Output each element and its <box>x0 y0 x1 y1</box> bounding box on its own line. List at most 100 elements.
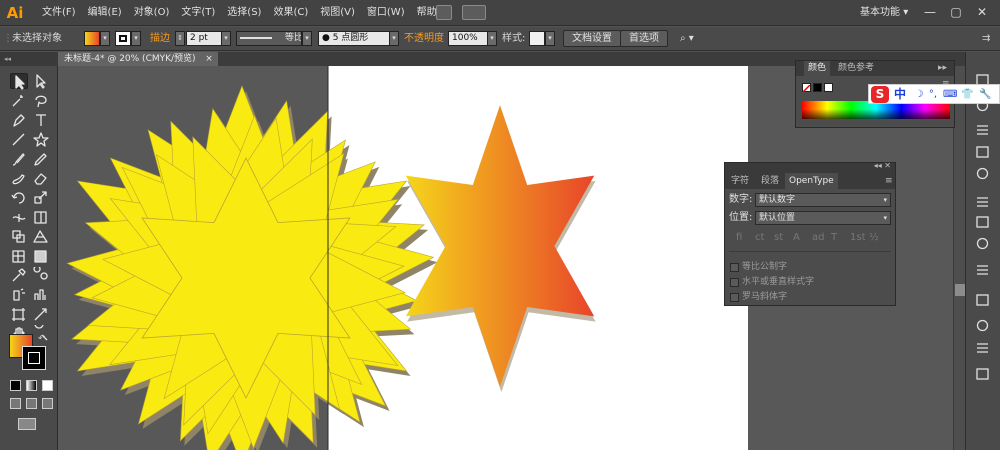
lasso-tool-icon[interactable] <box>32 92 50 108</box>
stroke-weight-stepper[interactable]: ⇕ <box>175 31 185 46</box>
opentype-glyph-button[interactable]: A <box>793 232 800 243</box>
roman-italics-checkbox[interactable] <box>730 293 739 302</box>
punctuation-icon[interactable]: °, <box>927 88 939 101</box>
menu-window[interactable]: 窗口(W) <box>361 0 411 26</box>
menu-view[interactable]: 视图(V) <box>314 0 361 26</box>
tools-icon[interactable]: 🔧 <box>979 88 991 101</box>
panel-collapse-close-icons[interactable]: ◂◂ ✕ <box>874 161 891 170</box>
stroke-weight-field[interactable]: 2 pt <box>186 31 222 46</box>
align-icon[interactable] <box>974 366 991 381</box>
brush-definition-select[interactable]: ● 5 点圆形 <box>318 31 390 46</box>
free-transform-tool-icon[interactable] <box>32 209 50 225</box>
panel-collapse-icon[interactable]: ▸▸ <box>934 61 951 76</box>
black-swatch[interactable] <box>813 83 822 92</box>
gradient-six-point-star[interactable] <box>405 105 595 387</box>
menu-type[interactable]: 文字(T) <box>175 0 221 26</box>
rotate-tool-icon[interactable] <box>10 189 28 205</box>
width-tool-icon[interactable] <box>10 209 28 225</box>
proportional-metrics-checkbox[interactable] <box>730 263 739 272</box>
menu-effect[interactable]: 效果(C) <box>267 0 314 26</box>
menu-file[interactable]: 文件(F) <box>36 0 82 26</box>
opentype-glyph-button[interactable]: T <box>831 232 837 243</box>
menu-object[interactable]: 对象(O) <box>128 0 176 26</box>
stroke-weight-dropdown[interactable]: ▾ <box>221 31 231 46</box>
stroke-icon[interactable] <box>974 194 991 209</box>
line-tool-icon[interactable] <box>10 131 28 147</box>
none-mode-icon[interactable] <box>42 380 53 391</box>
opentype-glyph-button[interactable]: 1st <box>850 232 866 243</box>
document-tab[interactable]: 未标题-4* @ 20% (CMYK/预览) × <box>58 52 218 66</box>
graphic-styles-icon[interactable] <box>974 292 991 307</box>
eraser-tool-icon[interactable] <box>32 170 50 186</box>
blob-brush-tool-icon[interactable] <box>10 170 28 186</box>
restore-button[interactable]: ▢ <box>944 4 968 21</box>
workspace-switcher[interactable]: 基本功能 ▾ <box>860 0 908 26</box>
graphic-style-dropdown[interactable]: ▾ <box>545 31 555 46</box>
artboard-tool-icon[interactable] <box>10 306 28 322</box>
opentype-glyph-button[interactable]: ct <box>755 232 764 243</box>
draw-inside-icon[interactable] <box>42 398 53 409</box>
stroke-color-box[interactable] <box>22 346 46 370</box>
swatches-icon[interactable] <box>974 122 991 137</box>
shape-builder-tool-icon[interactable] <box>10 228 28 244</box>
opentype-glyph-button[interactable]: st <box>774 232 783 243</box>
tab-paragraph[interactable]: 段落 <box>757 173 783 189</box>
draw-normal-icon[interactable] <box>10 398 21 409</box>
close-document-icon[interactable]: × <box>203 52 215 66</box>
pen-tool-icon[interactable] <box>10 112 28 128</box>
appearance-icon[interactable] <box>974 262 991 277</box>
color-mode-icon[interactable] <box>10 380 21 391</box>
yellow-starburst[interactable] <box>66 85 435 450</box>
brush-dropdown[interactable]: ▾ <box>389 31 399 46</box>
gradient-panel-icon[interactable] <box>974 214 991 229</box>
opentype-glyph-button[interactable]: ½ <box>869 232 879 243</box>
paintbrush-tool-icon[interactable] <box>10 151 28 167</box>
transparency-icon[interactable] <box>974 236 991 251</box>
symbols-icon[interactable] <box>974 166 991 181</box>
tab-opentype[interactable]: OpenType <box>785 173 838 189</box>
scale-tool-icon[interactable] <box>32 189 50 205</box>
close-button[interactable]: ✕ <box>970 4 994 21</box>
opentype-panel-menu-icon[interactable]: ≡ <box>881 173 897 189</box>
panel-menu-icon[interactable]: ⇉ <box>982 27 990 51</box>
opentype-glyph-button[interactable]: ad <box>812 232 824 243</box>
ime-mode-toggle[interactable]: 中 <box>894 86 906 103</box>
perspective-grid-tool-icon[interactable] <box>32 228 50 244</box>
mesh-tool-icon[interactable] <box>10 248 28 264</box>
direct-selection-tool-icon[interactable] <box>32 73 50 89</box>
none-swatch[interactable] <box>802 83 811 93</box>
scrollbar-thumb[interactable] <box>955 284 965 296</box>
brushes-icon[interactable] <box>974 144 991 159</box>
blend-tool-icon[interactable] <box>32 267 50 283</box>
opacity-field[interactable]: 100% <box>448 31 488 46</box>
stroke-dropdown[interactable]: ▾ <box>131 31 141 46</box>
screen-mode-icon[interactable] <box>18 418 36 430</box>
layers-icon[interactable] <box>974 318 991 333</box>
minimize-button[interactable]: — <box>918 4 942 21</box>
star-tool-icon[interactable] <box>32 131 50 147</box>
magic-wand-tool-icon[interactable] <box>10 92 28 108</box>
tools-panel-header[interactable]: ◂◂ <box>0 52 58 66</box>
menu-select[interactable]: 选择(S) <box>221 0 267 26</box>
type-tool-icon[interactable] <box>32 112 50 128</box>
arrange-documents-icon[interactable] <box>462 5 486 20</box>
pencil-tool-icon[interactable] <box>32 151 50 167</box>
transform-menu-icon[interactable]: ⌕ ▾ <box>680 27 694 51</box>
column-graph-tool-icon[interactable] <box>32 286 50 302</box>
moon-icon[interactable]: ☽ <box>913 88 925 101</box>
artboards-icon[interactable] <box>974 340 991 355</box>
fill-swatch[interactable] <box>84 31 100 46</box>
slice-tool-icon[interactable] <box>32 306 50 322</box>
stroke-label[interactable]: 描边 <box>150 27 170 51</box>
tab-color[interactable]: 颜色 <box>804 61 831 76</box>
tab-character[interactable]: 字符 <box>727 173 753 189</box>
opacity-dropdown[interactable]: ▾ <box>487 31 497 46</box>
menu-edit[interactable]: 编辑(E) <box>82 0 128 26</box>
symbol-sprayer-tool-icon[interactable] <box>10 286 28 302</box>
numbers-select[interactable]: 默认数字 ▾ <box>755 193 891 207</box>
gradient-mode-icon[interactable] <box>26 380 37 391</box>
gradient-tool-icon[interactable] <box>32 248 50 264</box>
stroke-profile-select[interactable]: 等比 <box>236 31 302 46</box>
swap-fill-stroke-icon[interactable]: ↶ <box>38 334 46 344</box>
stroke-swatch[interactable] <box>115 31 131 46</box>
